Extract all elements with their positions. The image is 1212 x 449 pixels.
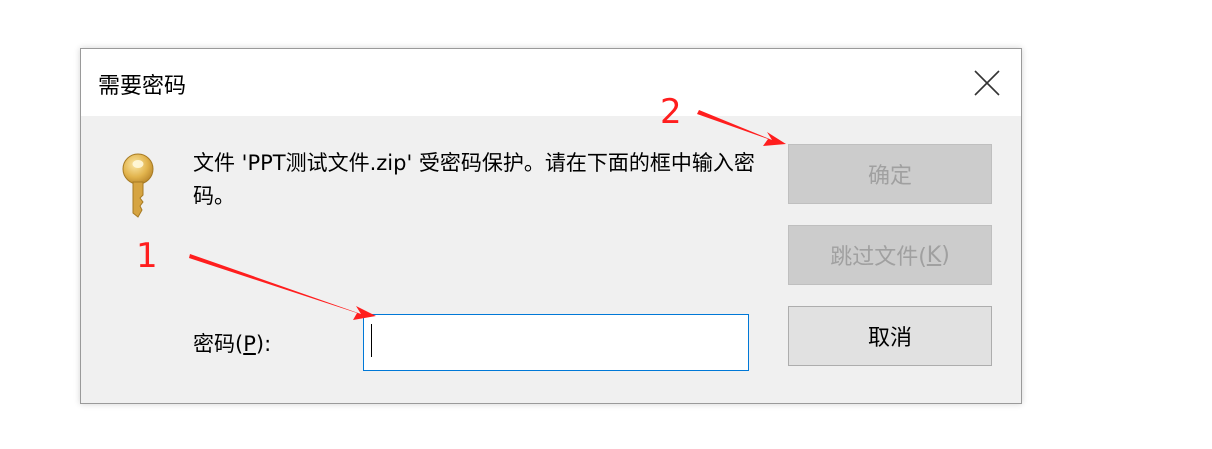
password-label: 密码(P): <box>193 332 272 356</box>
password-input[interactable] <box>363 314 749 371</box>
skip-mnemonic: K <box>926 242 942 268</box>
password-mnemonic: P <box>243 332 256 356</box>
skip-file-button[interactable]: 跳过文件(K) <box>788 225 992 285</box>
password-dialog: 需要密码 文件 'PPT测试文件.zip' 受密码保护。请在下面的框中输入密码。… <box>80 48 1022 404</box>
ok-button[interactable]: 确定 <box>788 144 992 204</box>
text-caret <box>371 324 372 357</box>
close-icon <box>974 70 1000 96</box>
dialog-message: 文件 'PPT测试文件.zip' 受密码保护。请在下面的框中输入密码。 <box>193 151 755 208</box>
annotation-step-2: 2 <box>660 92 682 132</box>
dialog-titlebar: 需要密码 <box>81 49 1021 116</box>
close-button[interactable] <box>967 63 1007 103</box>
cancel-button[interactable]: 取消 <box>788 306 992 366</box>
key-icon <box>122 153 154 218</box>
dialog-title: 需要密码 <box>98 74 187 99</box>
annotation-step-1: 1 <box>136 236 158 276</box>
